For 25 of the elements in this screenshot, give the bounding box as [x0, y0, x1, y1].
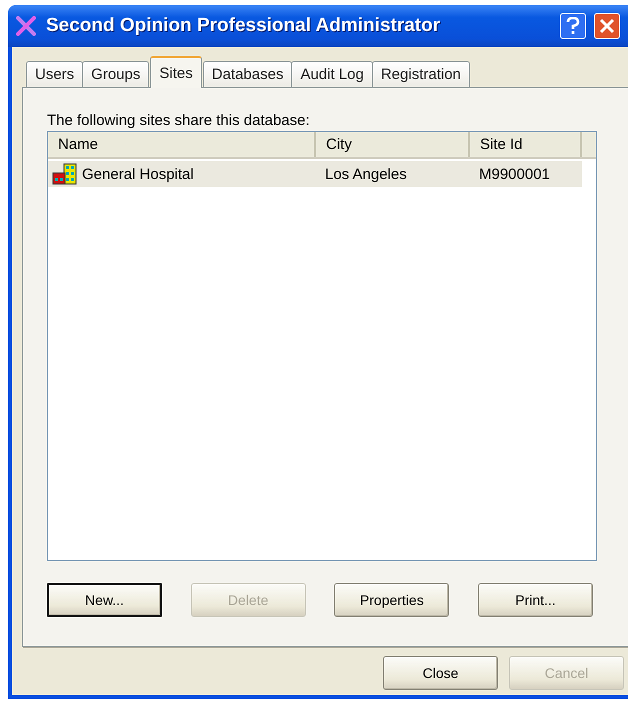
tab[interactable]: Users [26, 61, 84, 87]
table-cell-text: M9900001 [478, 164, 551, 184]
close-button[interactable] [594, 13, 620, 39]
building-icon [52, 163, 78, 185]
dialog-button[interactable]: Print... [478, 583, 593, 617]
column-header[interactable]: Name [48, 132, 316, 157]
tab[interactable]: Groups [82, 61, 150, 87]
tab[interactable]: Registration [372, 61, 470, 87]
close-icon [599, 18, 615, 34]
question-icon [566, 17, 580, 35]
table-cell: General Hospital [82, 166, 194, 182]
help-button[interactable] [560, 13, 586, 39]
column-header[interactable]: City [316, 132, 470, 157]
dialog-button[interactable]: New... [47, 583, 162, 617]
window-title: Second Opinion Professional Administrator [46, 15, 442, 37]
table-cell-text: Los Angeles [324, 164, 408, 184]
tab[interactable]: Audit Log [291, 61, 373, 87]
table-row[interactable]: General Hospital Los Angeles M9900001 [48, 161, 582, 187]
column-header[interactable]: Site Id [470, 132, 582, 157]
tab[interactable]: Sites [150, 56, 202, 88]
tab[interactable]: Databases [202, 61, 292, 87]
list-label: The following sites share this database: [47, 112, 311, 129]
tools-icon [14, 14, 38, 38]
dialog-button[interactable]: Close [383, 656, 498, 690]
dialog-button[interactable]: Properties [334, 583, 450, 617]
